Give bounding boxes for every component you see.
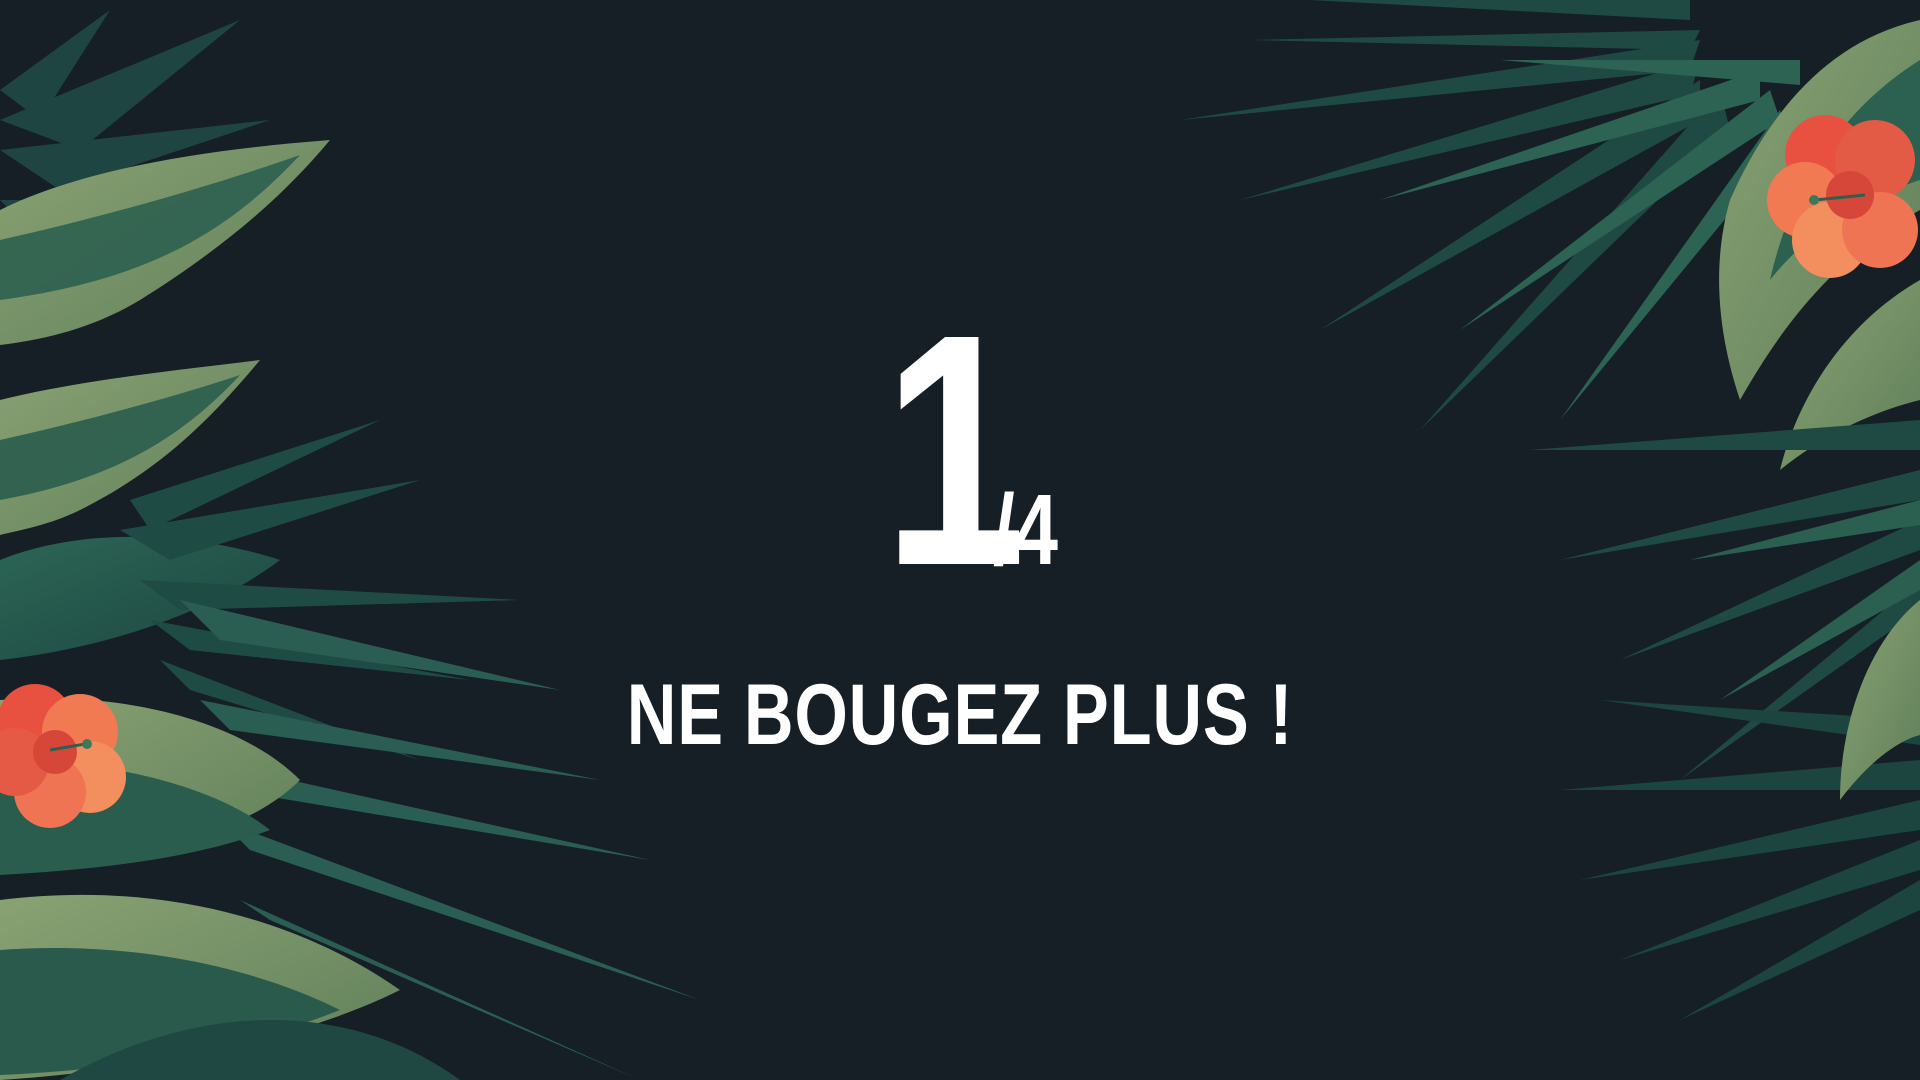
slide-screen: 1/4 NE BOUGEZ PLUS ! [0, 0, 1920, 1080]
instruction-message: NE BOUGEZ PLUS ! [626, 667, 1294, 763]
hibiscus-flower-right [1767, 115, 1918, 278]
slide-counter: 1/4 [0, 285, 1920, 615]
hibiscus-flower-left [0, 684, 126, 828]
counter-total: /4 [993, 474, 1059, 586]
